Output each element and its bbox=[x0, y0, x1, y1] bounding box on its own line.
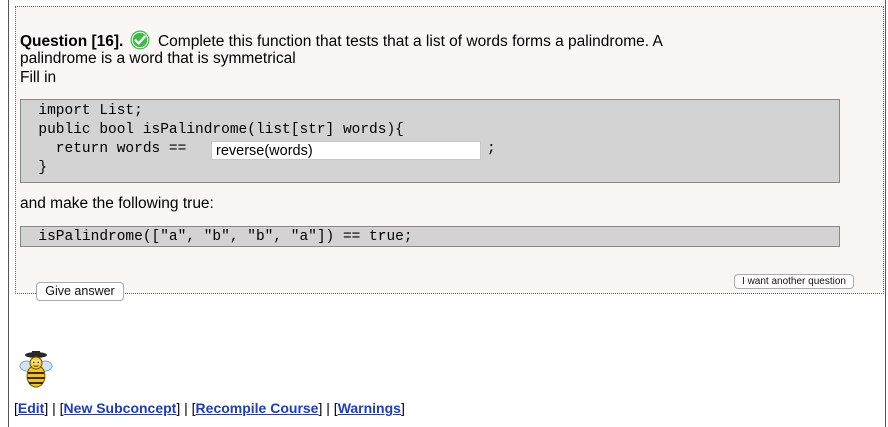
recompile-course-link[interactable]: Recompile Course bbox=[196, 400, 319, 416]
edit-link[interactable]: Edit bbox=[18, 400, 44, 416]
fill-in-label: Fill in bbox=[20, 69, 57, 86]
check-circle-icon bbox=[130, 30, 150, 50]
warnings-link[interactable]: Warnings bbox=[338, 400, 401, 416]
code-block-function: import List; public bool isPalindrome(li… bbox=[20, 99, 840, 183]
question-text-line1: Complete this function that tests that a… bbox=[157, 33, 663, 50]
code-line: import List; bbox=[21, 103, 143, 119]
instruction-text: and make the following true: bbox=[20, 195, 214, 212]
footer-links: [Edit] | [New Subconcept] | [Recompile C… bbox=[14, 400, 405, 416]
code-line: public bool isPalindrome(list[str] words… bbox=[21, 122, 404, 138]
give-answer-button[interactable]: Give answer bbox=[36, 282, 124, 301]
question-panel: Question [16]. Complete this function th… bbox=[15, 6, 884, 301]
code-block-test: isPalindrome(["a", "b", "b", "a"]) == tr… bbox=[20, 226, 840, 247]
code-line: } bbox=[21, 160, 48, 176]
question-title: Question [16]. bbox=[20, 33, 124, 50]
new-subconcept-link[interactable]: New Subconcept bbox=[64, 400, 177, 416]
question-text-line2: palindrome is a word that is symmetrical bbox=[20, 50, 296, 67]
question-header: Question [16]. Complete this function th… bbox=[20, 30, 663, 51]
bee-mascot-icon bbox=[19, 351, 53, 388]
code-line-test: isPalindrome(["a", "b", "b", "a"]) == tr… bbox=[21, 229, 413, 245]
answer-input[interactable] bbox=[211, 141, 481, 160]
code-semicolon: ; bbox=[487, 141, 496, 157]
another-question-button[interactable]: I want another question bbox=[734, 274, 854, 289]
code-line-return: return words == bbox=[21, 141, 196, 157]
